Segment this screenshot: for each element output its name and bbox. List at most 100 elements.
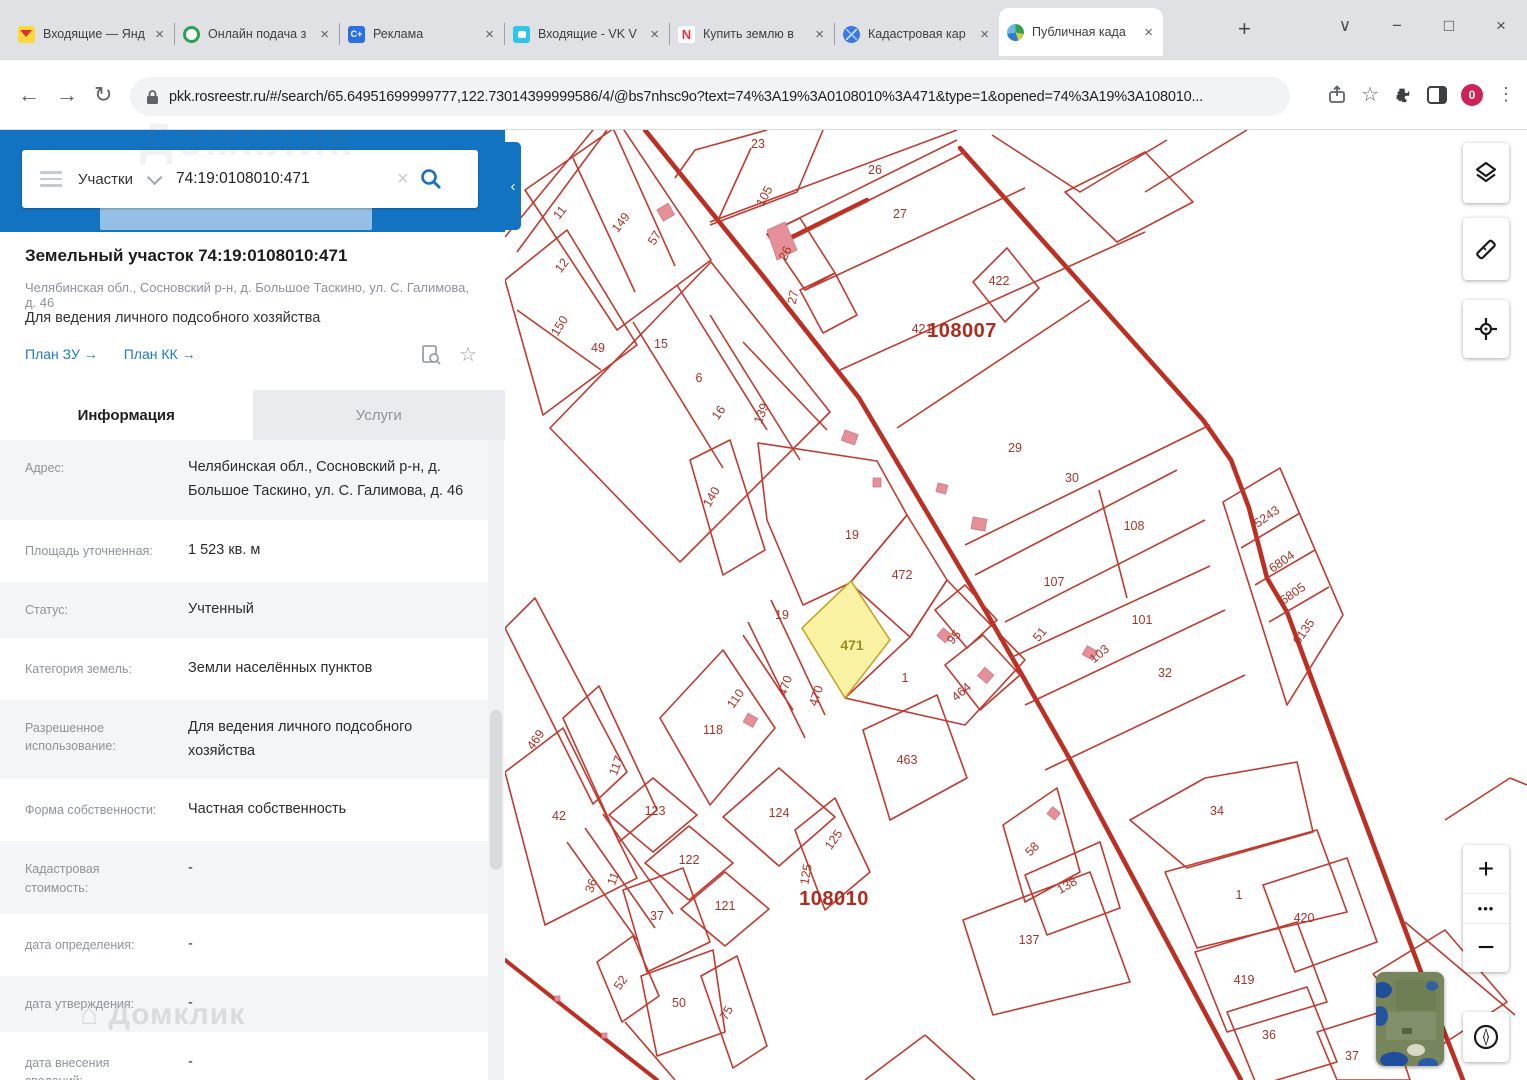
tab-close-icon[interactable]: × (648, 26, 661, 43)
parcel-label: 469 (524, 727, 547, 752)
forward-button[interactable]: → (56, 82, 78, 108)
panel-collapse-button[interactable]: ‹ (505, 142, 521, 230)
info-row: Адрес: Челябинская обл., Сосновский р-н, … (0, 440, 488, 520)
parcel-label: 27 (893, 207, 907, 221)
parcel-label: 12 (552, 256, 572, 276)
zoom-in-button[interactable]: + (1463, 845, 1509, 894)
parcel-label: 58 (1022, 839, 1042, 859)
yandex-mail-favicon (18, 25, 35, 43)
parcel-label: 472 (892, 568, 913, 582)
map-canvas: 231052627262742242111 149571215049 15616 13… (505, 130, 1527, 1080)
tab-close-icon[interactable]: × (1142, 24, 1155, 41)
minimize-button[interactable]: − (1371, 16, 1423, 36)
parcel-label: 123 (645, 804, 666, 818)
info-label: Площадь уточненная: (25, 543, 153, 558)
share-icon[interactable] (1327, 84, 1347, 105)
parcel-label: 75 (717, 1003, 736, 1022)
clear-search-icon[interactable]: × (397, 168, 409, 191)
parcel-label: 36 (582, 877, 600, 895)
sidebar-icon[interactable] (1427, 85, 1447, 104)
menu-icon[interactable] (40, 167, 62, 191)
tab-title: Публичная када (1032, 25, 1126, 39)
back-button[interactable]: ← (18, 82, 40, 108)
tab-close-icon[interactable]: × (318, 26, 331, 43)
window-controls: ∨ − □ × (1319, 0, 1527, 52)
watermark-strip (100, 206, 372, 230)
tab-information[interactable]: Информация (0, 390, 253, 440)
parcel-label: 95 (944, 627, 964, 647)
extensions-puzzle-icon[interactable] (1393, 85, 1413, 105)
tab-title: Онлайн подача з (208, 27, 307, 41)
parcel-label: 23 (751, 137, 765, 151)
layers-icon (1475, 161, 1497, 183)
parcel-label: 121 (715, 899, 736, 913)
info-row: Категория земель: Земли населённых пункто… (0, 640, 488, 697)
info-label: дата определения: (25, 937, 135, 952)
info-value: Учтенный (188, 600, 254, 617)
parcel-label: 49 (591, 341, 605, 355)
crosshair-icon (1475, 318, 1497, 340)
tab-close-icon[interactable]: × (813, 26, 826, 43)
parcel-label: 105 (753, 184, 775, 209)
info-row: дата внесения сведений: - (0, 1034, 488, 1080)
restore-button[interactable]: □ (1423, 16, 1475, 36)
pkk-logo-favicon (1007, 23, 1024, 41)
close-button[interactable]: × (1475, 16, 1527, 36)
tab-online-filing[interactable]: Онлайн подача з × (175, 12, 339, 56)
parcel-label: 52 (611, 973, 630, 992)
search-category-select[interactable]: Участки (78, 171, 133, 188)
basemap-thumbnail[interactable] (1376, 972, 1444, 1066)
plan-zu-link[interactable]: План ЗУ → (25, 346, 98, 362)
tab-yandex-mail[interactable]: Входящие — Янд × (10, 12, 174, 56)
parcel-label: 19 (775, 608, 789, 622)
tab-ads[interactable]: C+ Реклама × (340, 12, 504, 56)
chrome-menu-icon[interactable]: ⋮ (1497, 84, 1515, 105)
zoom-more-button[interactable]: ••• (1463, 894, 1509, 924)
info-value: Земли населённых пунктов (188, 659, 373, 676)
favorite-star-icon[interactable]: ☆ (459, 342, 477, 367)
parcel-label: 6805 (1277, 580, 1308, 607)
parcel-label: 419 (1234, 973, 1255, 987)
search-input[interactable] (174, 169, 393, 189)
parcel-label: 30 (1065, 471, 1079, 485)
measure-button[interactable] (1463, 218, 1509, 280)
tab-vk-inbox[interactable]: Входящие - VK V × (505, 12, 669, 56)
tab-search-button[interactable]: ∨ (1319, 16, 1371, 36)
plan-kk-link[interactable]: План КК → (124, 346, 196, 362)
tab-cadastral-map[interactable]: Кадастровая кар × (835, 12, 999, 56)
parcel-label: 6804 (1266, 548, 1297, 575)
tab-close-icon[interactable]: × (153, 26, 166, 43)
extension-badge[interactable]: 0 (1461, 83, 1483, 106)
plan-links: План ЗУ → План КК → (25, 346, 196, 362)
panel-scrollbar[interactable] (488, 440, 504, 1080)
bookmark-star-icon[interactable]: ☆ (1361, 82, 1379, 107)
compass-button[interactable] (1463, 1012, 1509, 1062)
reload-button[interactable]: ↻ (94, 82, 112, 108)
tab-buy-land[interactable]: N Купить землю в × (670, 12, 834, 56)
layers-button[interactable] (1463, 143, 1509, 203)
parcel-label: 29 (1008, 441, 1022, 455)
tab-services[interactable]: Услуги (252, 390, 505, 440)
cadastral-map[interactable]: 23 105 26 27 26 27 422 421 11 149 57 12 150 49 15 6 16 13… (505, 130, 1527, 1080)
doc-search-icon[interactable] (421, 344, 441, 365)
tab-close-icon[interactable]: × (978, 26, 991, 43)
info-row: Форма собственности: Частная собственност… (0, 782, 488, 839)
zoom-out-button[interactable]: − (1463, 924, 1509, 972)
scrollbar-thumb[interactable] (490, 710, 502, 870)
info-label: Категория земель: (25, 661, 132, 676)
info-value: 1 523 кв. м (188, 541, 261, 558)
toolbar-right-icons: ☆ 0 ⋮ (1327, 82, 1515, 107)
search-icon[interactable] (419, 167, 443, 191)
locate-button[interactable] (1463, 300, 1509, 358)
parcel-label: 15 (654, 337, 668, 351)
ruler-icon (1476, 239, 1496, 260)
parcel-label: 108010 (799, 888, 869, 910)
tab-public-cadastral-active[interactable]: Публичная када × (999, 8, 1163, 56)
new-tab-button[interactable]: + (1238, 18, 1251, 40)
tab-close-icon[interactable]: × (483, 26, 496, 43)
chevron-down-icon[interactable] (146, 169, 163, 185)
info-value: - (188, 1053, 193, 1070)
address-bar[interactable]: pkk.rosreestr.ru/#/search/65.64951699999… (130, 77, 1290, 116)
tab-title: Входящие - VK V (538, 27, 637, 41)
watermark-domclick: ⌂ Домклик (80, 998, 246, 1031)
